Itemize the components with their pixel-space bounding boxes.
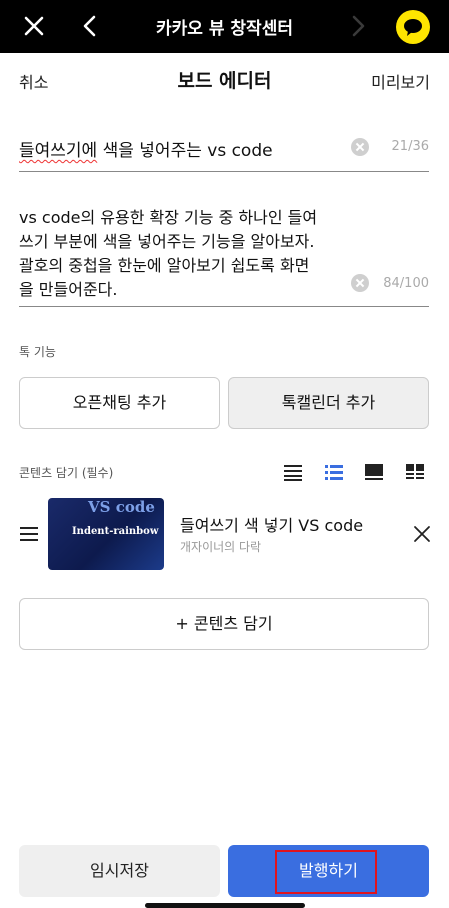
home-indicator bbox=[145, 903, 305, 908]
board-title-value[interactable]: 들여쓰기에 색을 넣어주는 vs code bbox=[19, 136, 273, 161]
board-title-input[interactable]: 들여쓰기에 색을 넣어주는 vs code 21/36 bbox=[19, 124, 429, 172]
remove-content-icon[interactable] bbox=[412, 524, 432, 544]
save-draft-button[interactable]: 임시저장 bbox=[19, 845, 220, 897]
content-thumbnail: VS code Indent-rainbow bbox=[48, 498, 164, 570]
misspelled-word: 들여쓰기에 bbox=[19, 141, 98, 161]
publish-highlight-box bbox=[275, 850, 377, 894]
content-source: 개자이너의 다락 bbox=[180, 540, 262, 554]
drag-handle-icon[interactable] bbox=[20, 526, 38, 542]
app-bar: 카카오 뷰 창작센터 bbox=[0, 0, 449, 53]
clear-description-icon[interactable] bbox=[351, 274, 369, 292]
add-open-chat-button[interactable]: 오픈채팅 추가 bbox=[19, 377, 220, 429]
kakaotalk-icon[interactable] bbox=[396, 10, 430, 44]
grid-icon[interactable] bbox=[405, 463, 425, 481]
board-description-value[interactable]: vs code의 유용한 확장 기능 중 하나인 들여 쓰기 부분에 색을 넣어… bbox=[19, 206, 349, 302]
content-title: 들여쓰기 색 넣기 VS code bbox=[180, 516, 364, 535]
card-large-icon[interactable] bbox=[364, 463, 384, 481]
preview-button[interactable]: 미리보기 bbox=[371, 69, 430, 93]
add-talk-calendar-button[interactable]: 톡캘린더 추가 bbox=[228, 377, 429, 429]
list-bulleted-icon[interactable] bbox=[324, 463, 344, 481]
clear-title-icon[interactable] bbox=[351, 138, 369, 156]
editor-header: 취소 보드 에디터 미리보기 bbox=[0, 53, 449, 105]
add-content-button[interactable]: + 콘텐츠 담기 bbox=[19, 598, 429, 650]
screen: 카카오 뷰 창작센터 취소 보드 에디터 미리보기 들여쓰기에 색을 넣어주는 … bbox=[0, 0, 449, 908]
list-plain-icon[interactable] bbox=[283, 463, 303, 481]
description-char-counter: 84/100 bbox=[383, 276, 429, 291]
talk-features-label: 톡 기능 bbox=[19, 345, 56, 359]
title-char-counter: 21/36 bbox=[391, 139, 429, 154]
content-item[interactable]: VS code Indent-rainbow 들여쓰기 색 넣기 VS code… bbox=[0, 496, 449, 576]
thumbnail-subtitle: Indent-rainbow bbox=[72, 526, 159, 537]
board-description-input[interactable]: vs code의 유용한 확장 기능 중 하나인 들여 쓰기 부분에 색을 넣어… bbox=[19, 190, 429, 307]
app-title: 카카오 뷰 창작센터 bbox=[156, 19, 293, 39]
contents-label: 콘텐츠 담기 (필수) bbox=[19, 466, 114, 480]
forward-arrow-icon bbox=[352, 15, 365, 37]
thumbnail-title: VS code bbox=[88, 498, 155, 516]
board-title-rest: 색을 넣어주는 vs code bbox=[97, 141, 273, 161]
